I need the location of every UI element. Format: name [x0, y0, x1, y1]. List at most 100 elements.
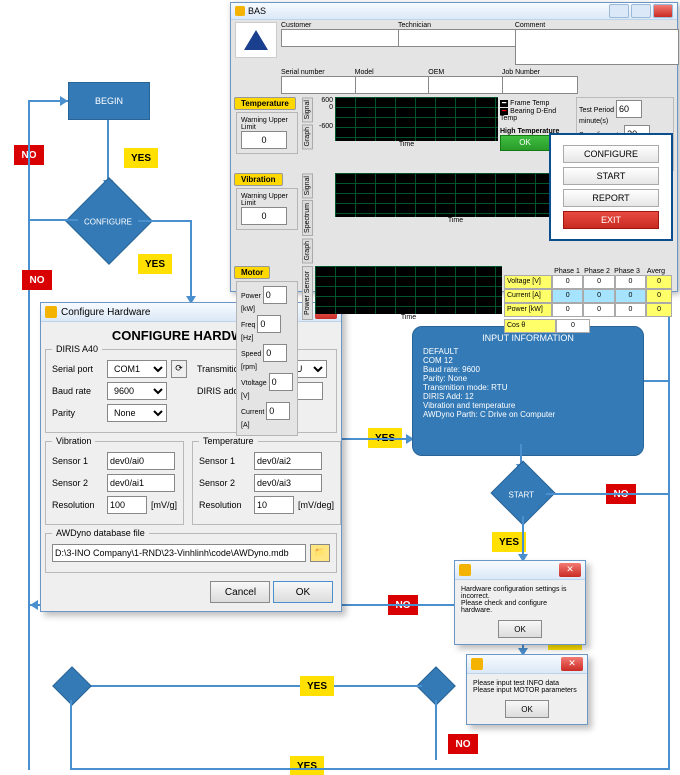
parity-select[interactable]: None	[107, 404, 167, 422]
axis-time: Time	[315, 314, 502, 321]
tmp-res-input[interactable]	[254, 496, 294, 514]
temp-y-axis: 600 0 -600	[315, 97, 333, 141]
ok-button[interactable]: OK	[273, 581, 333, 603]
diagram-canvas: BEGIN YES NO CONFIGURE YES NO YES INPUT …	[0, 0, 680, 775]
db-path-input[interactable]	[52, 544, 306, 562]
app-window: BAS Customer Technician Comment Serial	[230, 2, 678, 292]
vib-res-input[interactable]	[107, 496, 147, 514]
node-configure-label: CONFIGURE	[78, 218, 138, 227]
folder-icon[interactable]: 📁	[310, 544, 330, 562]
comment-input[interactable]	[515, 29, 679, 65]
tag-yes: YES	[290, 756, 324, 775]
db-legend: AWDyno database file	[52, 528, 149, 538]
app-icon	[471, 658, 483, 670]
test-period-input[interactable]	[616, 100, 642, 118]
msgbox-hw-incorrect: ✕ Hardware configuration settings is inc…	[454, 560, 586, 645]
motor-freq-input[interactable]	[257, 315, 281, 333]
chart-temperature	[335, 97, 498, 141]
job-input[interactable]	[502, 76, 578, 94]
msg-line: Hardware configuration settings is incor…	[461, 586, 579, 600]
serial-port-select[interactable]: COM1	[107, 360, 167, 378]
group-diris-legend: DIRIS A40	[52, 344, 102, 354]
tag-yes: YES	[492, 532, 526, 552]
vib-s1-input[interactable]	[107, 452, 175, 470]
app-titlebar[interactable]: BAS	[231, 3, 677, 20]
table-row: Power [kW] 0000	[504, 303, 672, 317]
hdr-job: Job Number	[502, 69, 572, 76]
warn-upper-input[interactable]	[241, 207, 287, 225]
app-icon	[45, 306, 57, 318]
legend-bde-temp: Bearing D-End Temp	[500, 108, 556, 122]
tag-yes: YES	[138, 254, 172, 274]
warn-upper-input[interactable]	[241, 131, 287, 149]
baud-select[interactable]: 9600	[107, 382, 167, 400]
close-icon[interactable]: ✕	[561, 657, 583, 671]
configure-button[interactable]: CONFIGURE	[563, 145, 659, 163]
serial-input[interactable]	[281, 76, 357, 94]
cancel-button[interactable]: Cancel	[210, 581, 270, 603]
tag-yes: YES	[124, 148, 158, 168]
titlebar[interactable]: ✕	[467, 655, 587, 674]
arrowhead	[30, 600, 38, 610]
tab-signal[interactable]: Signal	[302, 97, 313, 122]
axis-time: Time	[315, 141, 498, 148]
hdr-comment: Comment	[515, 22, 673, 29]
close-icon[interactable]	[653, 4, 673, 18]
app-icon	[235, 6, 245, 16]
tab-spectrum[interactable]: Spectrum	[302, 200, 313, 236]
section-tag-vibration: Vibration	[234, 173, 283, 186]
node-begin: BEGIN	[68, 82, 150, 120]
arrow	[28, 100, 30, 770]
node-start-label: START	[499, 490, 543, 499]
parity-label: Parity	[52, 408, 107, 418]
arrow	[70, 685, 300, 687]
arrow	[70, 768, 670, 770]
start-button[interactable]: START	[563, 167, 659, 185]
app-header: Customer Technician Comment Serial numbe…	[231, 20, 677, 96]
tmp-s1-input[interactable]	[254, 452, 322, 470]
motor-curr-input[interactable]	[266, 402, 290, 420]
ok-button[interactable]: OK	[505, 700, 549, 718]
table-row: Voltage [V] 0000	[504, 275, 672, 289]
ok-button[interactable]: OK	[498, 620, 542, 638]
arrow	[435, 700, 437, 760]
refresh-icon[interactable]: ⟳	[171, 360, 187, 378]
vib-s2-input[interactable]	[107, 474, 175, 492]
hdr-model: Model	[355, 69, 425, 76]
motor-power-input[interactable]	[263, 286, 287, 304]
control-panel: CONFIGURE START REPORT EXIT	[549, 133, 673, 241]
logo-icon	[242, 28, 270, 52]
minimize-icon[interactable]	[609, 4, 629, 18]
window-title: Configure Hardware	[61, 307, 151, 318]
group-temperature: Temperature Sensor 1 Sensor 2 Resolution…	[192, 441, 341, 525]
msgbox-input-info: ✕ Please input test INFO data Please inp…	[466, 654, 588, 725]
tab-graph[interactable]: Graph	[302, 238, 313, 263]
vib-s1-label: Sensor 1	[52, 456, 107, 466]
tab-graph[interactable]: Graph	[302, 124, 313, 149]
hdr-oem: OEM	[428, 69, 498, 76]
legend-frame-temp: Frame Temp	[510, 100, 549, 107]
report-button[interactable]: REPORT	[563, 189, 659, 207]
tag-yes: YES	[300, 676, 334, 696]
oem-input[interactable]	[428, 76, 504, 94]
node-begin-label: BEGIN	[95, 96, 123, 106]
technician-input[interactable]	[398, 29, 517, 47]
tab-signal[interactable]: Signal	[302, 173, 313, 198]
model-input[interactable]	[355, 76, 431, 94]
tab-power-sensor[interactable]: Power Sensor	[302, 266, 313, 320]
tmp-s1-label: Sensor 1	[199, 456, 254, 466]
warn-upper-label: Warning Upper Limit	[241, 193, 293, 207]
motor-speed-input[interactable]	[263, 344, 287, 362]
motor-volt-input[interactable]	[269, 373, 293, 391]
tmp-s2-input[interactable]	[254, 474, 322, 492]
tmp-res-unit: [mV/deg]	[298, 500, 334, 510]
section-motor: Motor Power [kW] Freq [Hz] Speed [rpm] V…	[231, 265, 677, 439]
customer-input[interactable]	[281, 29, 400, 47]
titlebar[interactable]: ✕	[455, 561, 585, 580]
exit-button[interactable]: EXIT	[563, 211, 659, 229]
close-icon[interactable]: ✕	[559, 563, 581, 577]
maximize-icon[interactable]	[631, 4, 651, 18]
serial-port-label: Serial port	[52, 364, 107, 374]
chart-motor	[315, 266, 502, 314]
group-vibration: Vibration Sensor 1 Sensor 2 Resolution[m…	[45, 441, 184, 525]
